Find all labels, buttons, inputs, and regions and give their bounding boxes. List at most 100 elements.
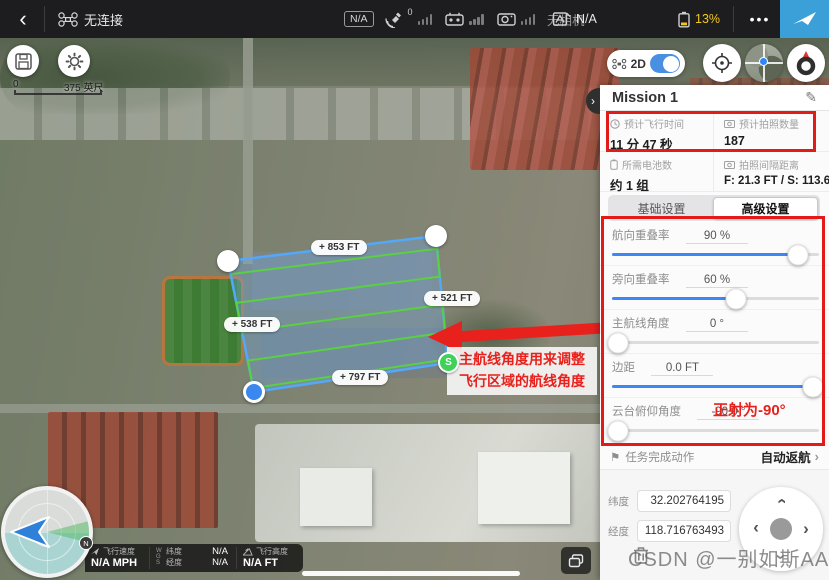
map-scale-start: 0 — [13, 79, 19, 90]
telemetry-altitude: 飞行高度 N/A FT — [237, 544, 301, 572]
longitude-field[interactable]: 118.716763493 — [637, 520, 731, 542]
altitude-value: N/A FT — [243, 557, 295, 569]
ortho-note: 正射为-90° — [713, 399, 786, 420]
longitude-label: 经度 — [608, 524, 632, 539]
nudge-right-button[interactable]: › — [798, 521, 814, 537]
gps-satellite-count: 0 — [408, 7, 413, 17]
home-indicator — [302, 571, 520, 576]
telemetry-position: WGS 纬度 N/A 经度 N/A — [150, 544, 236, 572]
map-building — [252, 252, 432, 310]
polygon-vertex-selected[interactable] — [243, 381, 265, 403]
camera-icon — [724, 160, 735, 169]
back-button[interactable]: ‹ — [6, 0, 40, 38]
route-start-marker: S — [438, 352, 459, 373]
stat-value: 约 1 组 — [610, 175, 713, 194]
compass-reset-button[interactable] — [787, 44, 825, 82]
video-signal-bars-icon — [521, 14, 536, 25]
signal-status: N/A — [552, 0, 597, 38]
telemetry-lng-label: 经度 — [166, 557, 182, 568]
flight-status-icon — [552, 11, 571, 27]
gear-icon — [65, 52, 84, 71]
speed-value: N/A MPH — [91, 557, 143, 569]
stat-photo-interval: 拍照间隔距离 F: 21.3 FT / S: 113.6 FT — [713, 152, 829, 192]
camera-link-icon — [497, 12, 516, 26]
rc-signal-bars-icon — [469, 14, 484, 25]
nudge-up-button[interactable]: › — [773, 493, 789, 509]
stat-value: F: 21.3 FT / S: 113.6 FT — [724, 175, 829, 187]
save-mission-button[interactable] — [7, 45, 39, 77]
finish-action-value: 自动返航 — [761, 447, 811, 466]
more-menu-button[interactable]: ••• — [742, 0, 778, 38]
app-root: 0 375 英尺 + 853 FT + 521 FT + 538 FT + 79… — [0, 0, 829, 580]
speed-label: 飞行速度 — [103, 546, 135, 557]
battery-small-icon — [610, 159, 618, 170]
map-layers-button[interactable] — [561, 547, 591, 574]
telemetry-bar: 飞行速度 N/A MPH WGS 纬度 N/A 经度 N/A — [85, 544, 303, 572]
compass-needle-icon — [794, 50, 818, 76]
edge-length-pill[interactable]: + 538 FT — [224, 317, 280, 332]
settings-button[interactable] — [58, 45, 90, 77]
connection-status: 无连接 — [84, 0, 123, 38]
top-status-bar: ‹ 无连接 N/A 0 — [0, 0, 829, 38]
nudge-left-button[interactable]: › — [748, 521, 764, 537]
gps-system-label: WGS — [156, 548, 164, 572]
telemetry-speed: 飞行速度 N/A MPH — [85, 544, 149, 572]
map-2d-toggle[interactable]: 2D — [607, 50, 685, 77]
edge-length-pill[interactable]: + 797 FT — [332, 370, 388, 385]
remote-controller-icon — [445, 12, 464, 26]
crosshair-icon — [711, 52, 733, 74]
satellite-icon — [385, 11, 405, 28]
map-mode-label: 2D — [631, 57, 646, 71]
flight-mode-badge: N/A — [344, 11, 374, 27]
telemetry-lng-value: N/A — [212, 557, 228, 568]
red-highlight-box-stats — [606, 111, 816, 152]
latitude-label: 纬度 — [608, 494, 632, 509]
status-cluster: N/A 0 无相机 — [344, 0, 585, 38]
chevron-right-icon: › — [815, 449, 819, 464]
flag-icon: ⚑ — [610, 450, 620, 464]
latitude-field[interactable]: 32.202764195 — [637, 490, 731, 512]
divider — [44, 6, 45, 32]
map-scale-bar — [14, 90, 102, 95]
edge-length-pill[interactable]: + 521 FT — [424, 291, 480, 306]
map-white-building — [300, 468, 372, 526]
finish-action-row[interactable]: ⚑ 任务完成动作 自动返航 › — [600, 444, 829, 470]
telemetry-lat-value: N/A — [212, 546, 228, 557]
takeoff-button[interactable] — [780, 0, 829, 38]
gps-signal-bars-icon — [418, 14, 433, 25]
2d-toggle-switch[interactable] — [650, 54, 680, 73]
finish-action-label: 任务完成动作 — [625, 449, 694, 465]
battery-percent: 13% — [695, 12, 720, 26]
divider — [733, 6, 734, 32]
airplane-icon — [792, 8, 818, 30]
map-white-building — [478, 452, 570, 524]
drone-2d-icon — [612, 58, 627, 70]
map-road-vertical — [243, 38, 253, 264]
compass-ring — [1, 486, 93, 578]
trash-icon — [633, 546, 649, 564]
annotation-line2: 飞行区域的航线角度 — [447, 371, 597, 393]
stat-battery-count: 所需电池数 约 1 组 — [600, 152, 713, 192]
polygon-vertex[interactable] — [425, 225, 447, 247]
aircraft-icon — [58, 0, 78, 38]
red-annotation-note: 主航线角度用来调整 飞行区域的航线角度 — [447, 347, 597, 395]
edge-length-pill[interactable]: + 853 FT — [311, 240, 367, 255]
mission-title: Mission 1 — [612, 90, 805, 106]
altitude-label: 飞行高度 — [256, 546, 288, 557]
polygon-vertex[interactable] — [217, 250, 239, 272]
altitude-icon — [243, 547, 253, 556]
watermark: CSDN @一别如斯AA — [628, 543, 829, 572]
panel-header: Mission 1 ✎ — [600, 85, 829, 111]
edit-mission-icon[interactable]: ✎ — [805, 89, 817, 106]
stat-label: 拍照间隔距离 — [739, 157, 799, 172]
annotation-line1: 主航线角度用来调整 — [447, 349, 597, 371]
minimap-button[interactable] — [745, 44, 783, 82]
locate-button[interactable] — [703, 44, 741, 82]
telemetry-lat-label: 纬度 — [166, 546, 182, 557]
layers-icon — [568, 554, 584, 568]
stat-label: 所需电池数 — [622, 157, 672, 172]
nudge-center-button[interactable] — [770, 518, 792, 540]
compass-north-badge: N — [79, 536, 93, 550]
aircraft-heading-arrow — [11, 517, 49, 547]
battery-icon — [678, 11, 690, 28]
